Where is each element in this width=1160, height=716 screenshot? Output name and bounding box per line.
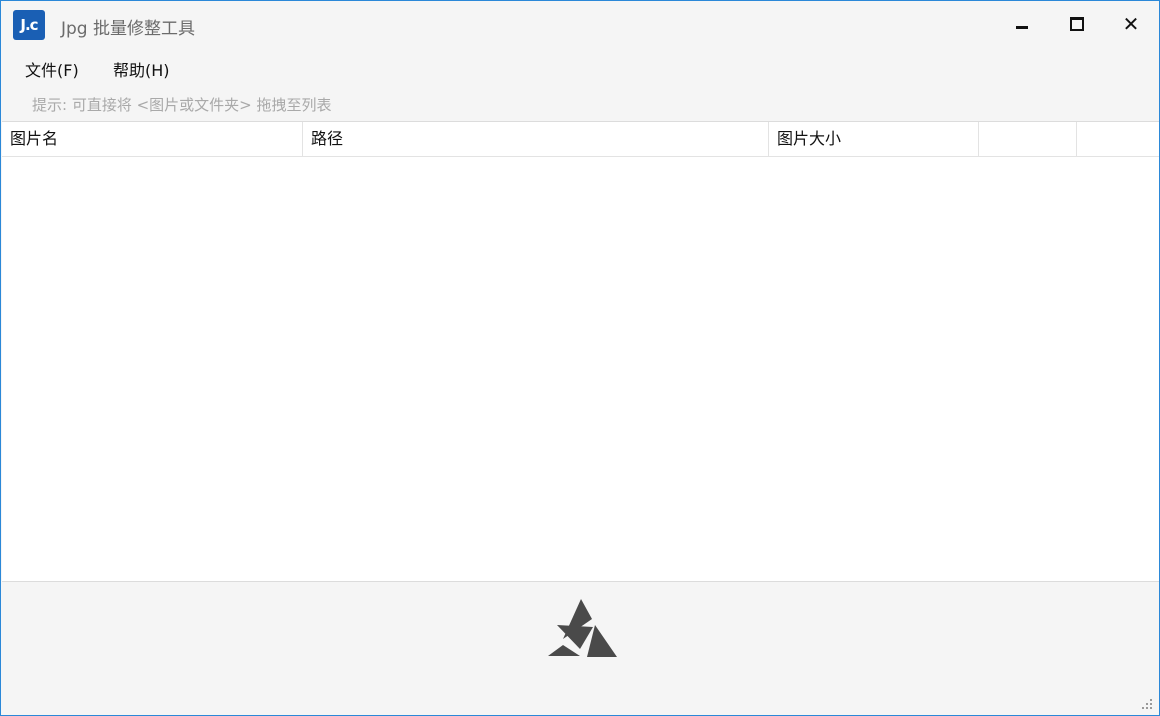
column-header-extra-1[interactable] [979,122,1077,156]
image-list[interactable]: 图片名 路径 图片大小 [2,121,1159,582]
app-logo-icon: J.c [13,10,45,40]
app-window: J.c Jpg 批量修整工具 ✕ 文件(F) 帮助(H) 提示: 可直接将 <图… [0,0,1160,716]
resize-grip-icon[interactable] [1139,695,1153,709]
minimize-button[interactable] [995,1,1049,47]
triangle-logo-svg [548,599,617,657]
list-header: 图片名 路径 图片大小 [2,122,1159,157]
close-button[interactable]: ✕ [1104,1,1158,47]
minimize-icon [1016,25,1028,29]
menu-file[interactable]: 文件(F) [25,57,79,81]
window-title: Jpg 批量修整工具 [61,19,195,39]
column-header-image-name[interactable]: 图片名 [2,122,303,156]
drag-hint-text: 提示: 可直接将 <图片或文件夹> 拖拽至列表 [32,96,332,114]
maximize-button[interactable] [1050,1,1104,47]
column-header-extra-2[interactable] [1077,122,1159,156]
close-icon: ✕ [1122,12,1140,36]
menu-help[interactable]: 帮助(H) [113,57,170,81]
app-logo-text: J.c [20,16,38,34]
title-bar[interactable]: J.c Jpg 批量修整工具 ✕ [1,1,1159,49]
column-header-path[interactable]: 路径 [303,122,769,156]
resize-grip-svg [1142,699,1152,709]
column-header-image-size[interactable]: 图片大小 [769,122,979,156]
triangle-logo-icon[interactable] [547,597,619,661]
maximize-icon [1070,17,1084,31]
menu-bar: 文件(F) 帮助(H) [1,53,601,83]
